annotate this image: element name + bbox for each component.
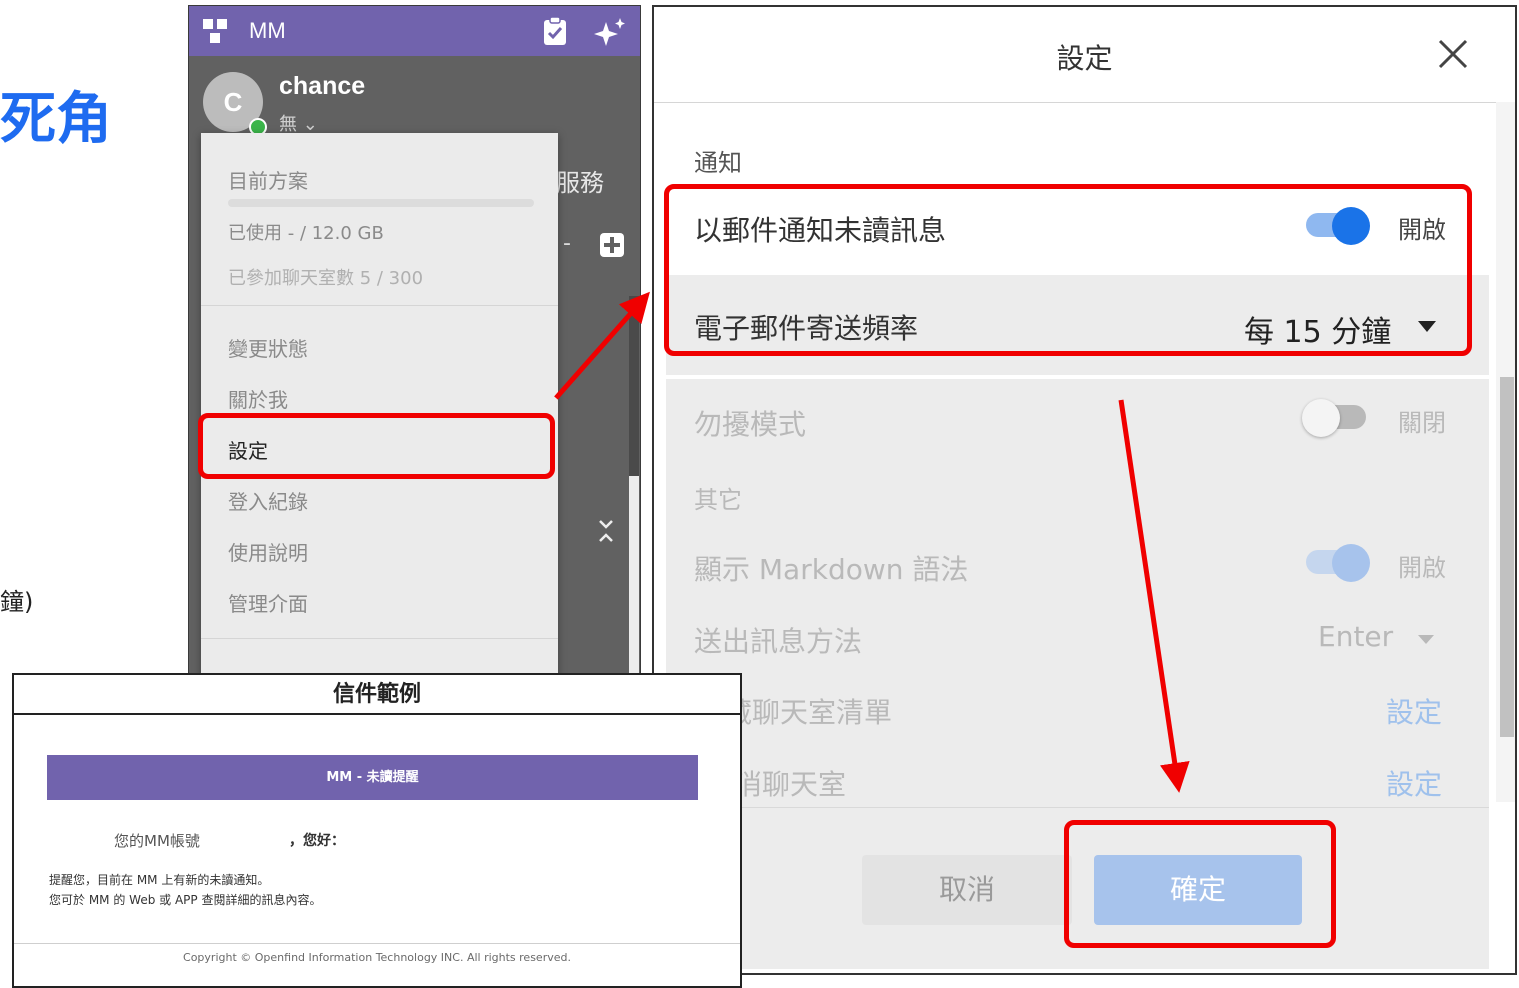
markdown-state: 開啟	[1398, 554, 1446, 582]
document-text-fragment: 鐘)	[0, 588, 34, 616]
grid-logo-icon	[203, 19, 227, 43]
clipboard-check-icon[interactable]	[541, 16, 569, 46]
app-scrollbar-track[interactable]	[629, 296, 639, 476]
storage-progress-bar	[228, 199, 534, 207]
dnd-state: 關閉	[1398, 409, 1446, 437]
user-dropdown-menu: 目前方案 已使用 - / 12.0 GB 已參加聊天室數 5 / 300 變更狀…	[201, 133, 558, 678]
email-settings-highlight-box	[664, 184, 1472, 356]
settings-highlight-box	[198, 413, 555, 479]
email-footer-divider	[14, 943, 740, 944]
menu-item-change-status[interactable]: 變更狀態	[228, 333, 308, 362]
email-body-line-2: 您可於 MM 的 Web 或 APP 查閱詳細的訊息內容。	[49, 893, 322, 907]
email-example-caption: 信件範例	[14, 675, 740, 715]
toggle-knob	[1332, 544, 1370, 582]
email-body-line-1: 提醒您，目前在 MM 上有新的未讀通知。	[49, 873, 270, 887]
cancel-button[interactable]: 取消	[862, 855, 1072, 925]
room-list-label: 藏聊天室清單	[724, 696, 893, 729]
dash-text: -	[563, 231, 571, 256]
markdown-label: 顯示 Markdown 語法	[694, 553, 969, 586]
confirm-highlight-box	[1064, 820, 1336, 948]
mute-room-setting-link[interactable]: 設定	[1386, 763, 1442, 803]
email-greeting: ，您好：	[289, 833, 345, 849]
sparkle-icon[interactable]	[594, 16, 628, 46]
menu-divider	[201, 638, 558, 639]
chevron-collapse-icon[interactable]	[595, 518, 617, 544]
mute-room-label: 消聊天室	[734, 768, 847, 801]
send-method-label: 送出訊息方法	[694, 625, 863, 658]
email-banner: MM - 未讀提醒	[47, 755, 698, 800]
toggle-knob	[1302, 399, 1340, 437]
tab-service[interactable]: 服務	[556, 163, 604, 198]
rooms-joined-text: 已參加聊天室數 5 / 300	[228, 268, 424, 289]
email-copyright: Copyright © Openfind Information Technol…	[183, 951, 571, 964]
markdown-toggle[interactable]	[1302, 544, 1372, 582]
app-header: MM	[189, 6, 640, 56]
send-method-select[interactable]: Enter	[1318, 620, 1393, 653]
email-account-label: 您的MM帳號	[114, 832, 200, 850]
dialog-footer-divider	[666, 807, 1489, 808]
dialog-scrollbar-thumb[interactable]	[1500, 377, 1514, 737]
app-name: MM	[249, 18, 286, 43]
email-example-panel: 信件範例 MM - 未讀提醒 您的MM帳號 ，您好： 提醒您，目前在 MM 上有…	[12, 673, 742, 988]
caret-down-icon	[1418, 635, 1434, 644]
menu-item-admin[interactable]: 管理介面	[228, 588, 308, 617]
menu-item-login-history[interactable]: 登入紀錄	[228, 486, 308, 515]
current-plan-label: 目前方案	[228, 169, 308, 193]
add-chat-icon[interactable]	[599, 232, 625, 258]
dnd-label: 勿擾模式	[694, 408, 807, 441]
user-status-text: 無	[279, 114, 297, 135]
chevron-down-icon: ⌄	[302, 114, 318, 135]
dnd-toggle[interactable]	[1302, 399, 1372, 437]
menu-item-about-me[interactable]: 關於我	[228, 384, 288, 413]
other-section-label: 其它	[694, 486, 742, 514]
notify-section-label: 通知	[694, 149, 742, 177]
dialog-title: 設定	[1056, 42, 1113, 75]
close-icon[interactable]	[1434, 35, 1472, 73]
room-list-setting-link[interactable]: 設定	[1386, 691, 1442, 731]
storage-used-text: 已使用 - / 12.0 GB	[228, 223, 384, 244]
dialog-header-divider	[654, 102, 1515, 103]
app-scrollbar-thumb[interactable]	[629, 476, 639, 674]
user-name: chance	[279, 72, 366, 100]
menu-item-help[interactable]: 使用說明	[228, 537, 308, 566]
document-heading-fragment: 死角	[0, 87, 112, 152]
menu-divider	[201, 305, 558, 306]
